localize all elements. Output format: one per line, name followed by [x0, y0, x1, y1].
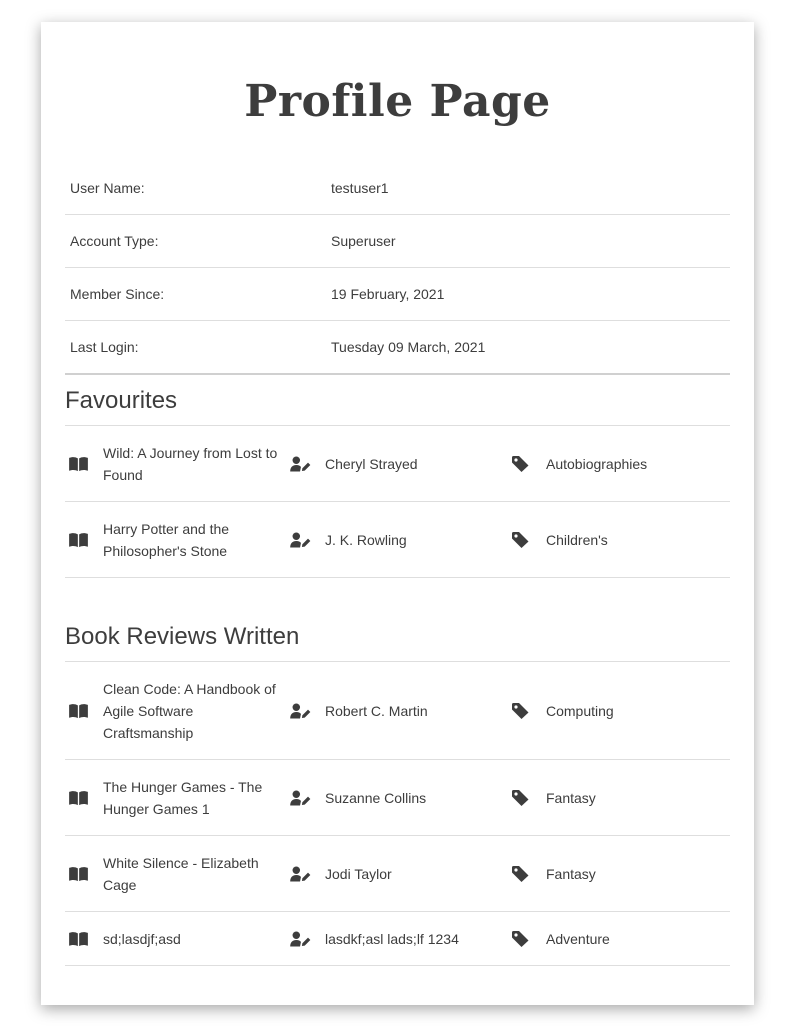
list-item[interactable]: sd;lasdjf;asd lasdkf;asl lads;lf 1234 Ad… — [65, 912, 730, 966]
book-author: Suzanne Collins — [325, 789, 427, 806]
book-author: J. K. Rowling — [325, 531, 407, 548]
list-item[interactable]: The Hunger Games - The Hunger Games 1 Su… — [65, 760, 730, 836]
book-genre: Fantasy — [546, 865, 596, 882]
book-open-icon — [69, 790, 88, 805]
book-title-link[interactable]: The Hunger Games - The Hunger Games 1 — [103, 776, 283, 820]
list-item[interactable]: Clean Code: A Handbook of Agile Software… — [65, 662, 730, 760]
info-value: 19 February, 2021 — [331, 286, 445, 302]
book-author: Robert C. Martin — [325, 702, 428, 719]
tag-icon — [512, 930, 529, 947]
tag-icon — [512, 702, 529, 719]
list-item[interactable]: Wild: A Journey from Lost to Found Chery… — [65, 426, 730, 502]
book-title-link[interactable]: Clean Code: A Handbook of Agile Software… — [103, 678, 283, 744]
user-edit-icon — [290, 931, 311, 946]
info-label: Account Type: — [70, 233, 159, 249]
list-item[interactable]: White Silence - Elizabeth Cage Jodi Tayl… — [65, 836, 730, 912]
user-edit-icon — [290, 703, 311, 718]
book-open-icon — [69, 931, 88, 946]
tag-icon — [512, 455, 529, 472]
favourites-heading: Favourites — [65, 387, 178, 414]
profile-card: Profile Page User Name: testuser1 Accoun… — [41, 22, 754, 1005]
info-label: Member Since: — [70, 286, 165, 302]
book-genre: Fantasy — [546, 789, 596, 806]
tag-icon — [512, 865, 529, 882]
list-item[interactable]: Harry Potter and the Philosopher's Stone… — [65, 502, 730, 578]
info-value: Superuser — [331, 233, 396, 249]
book-author: lasdkf;asl lads;lf 1234 — [325, 930, 459, 947]
book-title-link[interactable]: Harry Potter and the Philosopher's Stone — [103, 518, 283, 562]
user-edit-icon — [290, 790, 311, 805]
book-title-link[interactable]: Wild: A Journey from Lost to Found — [103, 442, 283, 486]
book-genre: Computing — [546, 702, 614, 719]
book-title-link[interactable]: White Silence - Elizabeth Cage — [103, 852, 283, 896]
info-row-username: User Name: testuser1 — [65, 162, 730, 215]
info-label: Last Login: — [70, 339, 139, 355]
info-row-member-since: Member Since: 19 February, 2021 — [65, 268, 730, 321]
book-genre: Adventure — [546, 930, 610, 947]
user-edit-icon — [290, 866, 311, 881]
favourites-list: Wild: A Journey from Lost to Found Chery… — [65, 425, 730, 578]
info-row-last-login: Last Login: Tuesday 09 March, 2021 — [65, 321, 730, 375]
book-open-icon — [69, 866, 88, 881]
book-open-icon — [69, 703, 88, 718]
page-title: Profile Page — [244, 76, 551, 127]
user-edit-icon — [290, 456, 311, 471]
book-genre: Children's — [546, 531, 608, 548]
reviews-heading: Book Reviews Written — [65, 623, 300, 650]
profile-info-table: User Name: testuser1 Account Type: Super… — [65, 162, 730, 375]
book-open-icon — [69, 532, 88, 547]
book-genre: Autobiographies — [546, 455, 648, 472]
tag-icon — [512, 789, 529, 806]
book-author: Cheryl Strayed — [325, 455, 418, 472]
book-title-link[interactable]: sd;lasdjf;asd — [103, 928, 283, 950]
book-author: Jodi Taylor — [325, 865, 392, 882]
book-open-icon — [69, 456, 88, 471]
reviews-list: Clean Code: A Handbook of Agile Software… — [65, 661, 730, 966]
info-row-account-type: Account Type: Superuser — [65, 215, 730, 268]
info-value: Tuesday 09 March, 2021 — [331, 339, 486, 355]
info-label: User Name: — [70, 180, 145, 196]
tag-icon — [512, 531, 529, 548]
user-edit-icon — [290, 532, 311, 547]
info-value: testuser1 — [331, 180, 389, 196]
